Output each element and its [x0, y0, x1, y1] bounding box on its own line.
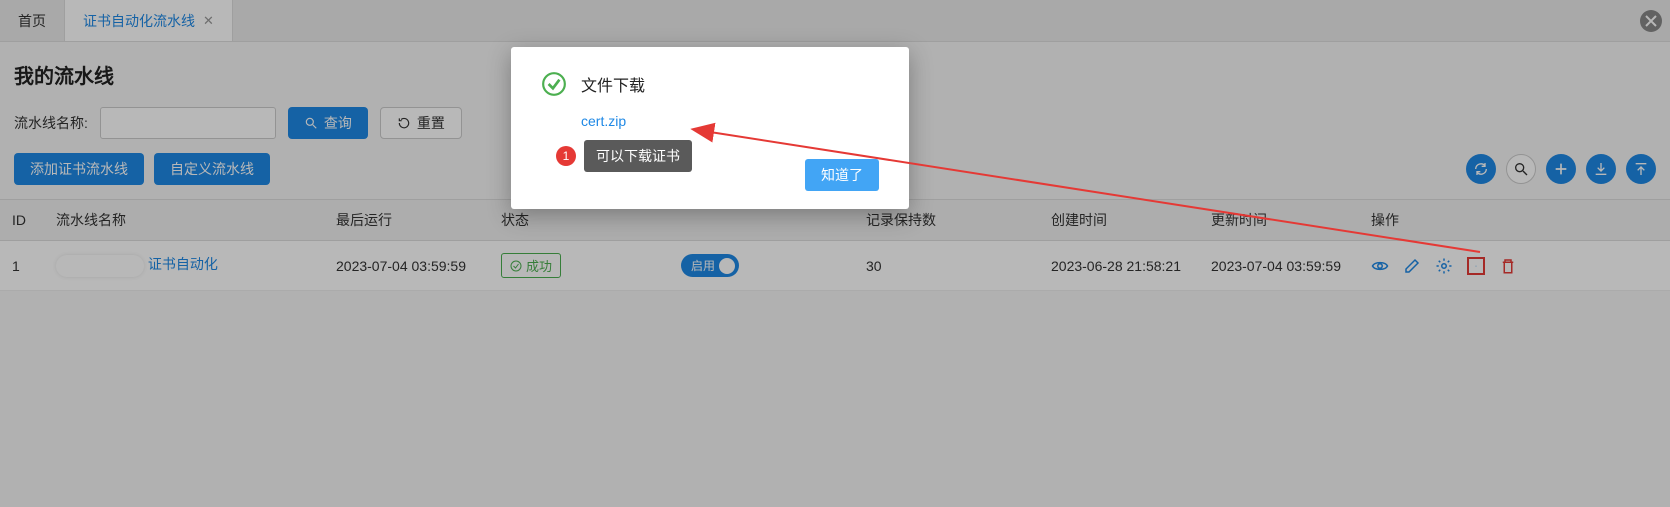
- modal-title: 文件下载: [581, 72, 645, 96]
- download-modal: 文件下载 cert.zip 知道了: [511, 47, 909, 209]
- ok-button[interactable]: 知道了: [805, 159, 879, 191]
- download-link[interactable]: cert.zip: [581, 113, 879, 129]
- ok-label: 知道了: [821, 167, 863, 183]
- annotation-callout: 1 可以下载证书: [556, 140, 692, 172]
- success-icon: [541, 71, 567, 97]
- callout-text: 可以下载证书: [584, 140, 692, 172]
- modal-head: 文件下载: [541, 71, 879, 97]
- callout-number: 1: [556, 146, 576, 166]
